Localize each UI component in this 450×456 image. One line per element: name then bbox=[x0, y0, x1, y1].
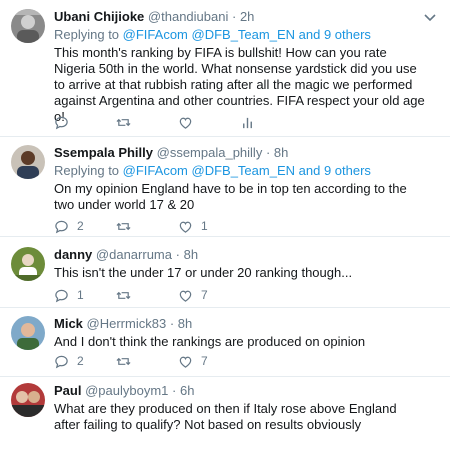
tweet-danny[interactable]: danny @danarruma · 8h This isn't the und… bbox=[0, 237, 450, 307]
display-name[interactable]: Paul bbox=[54, 383, 81, 398]
reply-button[interactable]: 1 bbox=[54, 288, 116, 303]
replying-to: Replying to @FIFAcom @DFB_Team_EN and 9 … bbox=[54, 163, 436, 178]
retweet-button[interactable] bbox=[116, 115, 178, 130]
heart-icon bbox=[179, 356, 192, 368]
others-link[interactable]: and 9 others bbox=[299, 27, 371, 42]
like-count: 7 bbox=[201, 354, 208, 368]
timestamp[interactable]: 6h bbox=[180, 383, 194, 398]
mention-link[interactable]: @FIFAcom bbox=[123, 163, 188, 178]
retweet-icon bbox=[116, 291, 131, 299]
separator: · bbox=[265, 145, 271, 160]
tweet-header: Ubani Chijioke @thandiubani · 2h bbox=[54, 9, 436, 24]
like-button[interactable]: 7 bbox=[178, 354, 240, 369]
display-name[interactable]: Ssempala Philly bbox=[54, 145, 153, 160]
avatar[interactable] bbox=[11, 316, 45, 350]
timestamp[interactable]: 8h bbox=[274, 145, 288, 160]
heart-icon bbox=[179, 290, 192, 302]
retweet-icon bbox=[116, 357, 131, 365]
like-count: 1 bbox=[201, 219, 208, 233]
tweet-mick[interactable]: Mick @Herrmick83 · 8h And I don't think … bbox=[0, 308, 450, 376]
reply-icon bbox=[55, 289, 68, 302]
tweet-paul[interactable]: Paul @paulyboym1 · 6h What are they prod… bbox=[0, 377, 450, 456]
avatar-image bbox=[11, 9, 45, 43]
reply-button[interactable]: 2 bbox=[54, 219, 116, 234]
reply-icon bbox=[55, 116, 68, 129]
tweet-actions: 2 7 bbox=[54, 353, 240, 369]
separator: · bbox=[169, 316, 175, 331]
replying-label: Replying to bbox=[54, 163, 120, 178]
reply-count: 2 bbox=[77, 219, 84, 233]
display-name[interactable]: Mick bbox=[54, 316, 83, 331]
like-button[interactable]: 1 bbox=[178, 219, 240, 234]
heart-icon bbox=[179, 221, 192, 233]
tweet-ssempala[interactable]: Ssempala Philly @ssempala_philly · 8h Re… bbox=[0, 137, 450, 235]
replying-label: Replying to bbox=[54, 27, 120, 42]
tweet-actions: 1 7 bbox=[54, 287, 240, 303]
avatar-image bbox=[11, 316, 45, 350]
tweet-header: Ssempala Philly @ssempala_philly · 8h bbox=[54, 145, 436, 160]
avatar[interactable] bbox=[11, 145, 45, 179]
avatar-image bbox=[11, 145, 45, 179]
tweet-header: danny @danarruma · 8h bbox=[54, 247, 436, 262]
tweet-actions bbox=[54, 114, 302, 130]
tweet-text: This isn't the under 17 or under 20 rank… bbox=[54, 265, 353, 280]
heart-icon bbox=[179, 117, 192, 129]
tweet-header: Mick @Herrmick83 · 8h bbox=[54, 316, 436, 331]
tweet-actions: 2 1 bbox=[54, 218, 240, 234]
avatar-image bbox=[11, 383, 45, 417]
tweet-text: And I don't think the rankings are produ… bbox=[54, 334, 366, 349]
separator: · bbox=[231, 9, 237, 24]
chevron-down-icon[interactable] bbox=[424, 14, 436, 22]
user-handle[interactable]: @danarruma bbox=[96, 247, 172, 262]
reply-button[interactable]: 2 bbox=[54, 354, 116, 369]
avatar[interactable] bbox=[11, 247, 45, 281]
mention-link[interactable]: @FIFAcom bbox=[123, 27, 188, 42]
like-button[interactable] bbox=[178, 115, 240, 130]
like-count: 7 bbox=[201, 288, 208, 302]
avatar-image bbox=[11, 247, 45, 281]
mention-link[interactable]: @DFB_Team_EN bbox=[192, 163, 296, 178]
reply-icon bbox=[55, 355, 68, 368]
user-handle[interactable]: @Herrmick83 bbox=[87, 316, 167, 331]
user-handle[interactable]: @ssempala_philly bbox=[157, 145, 263, 160]
reply-count: 2 bbox=[77, 354, 84, 368]
mention-link[interactable]: @DFB_Team_EN bbox=[192, 27, 296, 42]
others-link[interactable]: and 9 others bbox=[299, 163, 371, 178]
tweet-text: What are they produced on then if Italy … bbox=[54, 401, 397, 432]
analytics-button[interactable] bbox=[240, 115, 302, 130]
retweet-button[interactable] bbox=[116, 354, 178, 369]
timestamp[interactable]: 8h bbox=[184, 247, 198, 262]
tweet-text: On my opinion England have to be in top … bbox=[54, 181, 407, 212]
retweet-icon bbox=[116, 118, 131, 126]
avatar[interactable] bbox=[11, 383, 45, 417]
reply-icon bbox=[55, 220, 68, 233]
display-name[interactable]: Ubani Chijioke bbox=[54, 9, 144, 24]
separator: · bbox=[172, 383, 177, 398]
reply-count: 1 bbox=[77, 288, 84, 302]
retweet-icon bbox=[116, 222, 131, 230]
timestamp[interactable]: 2h bbox=[240, 9, 254, 24]
analytics-icon bbox=[243, 117, 252, 128]
user-handle[interactable]: @paulyboym1 bbox=[85, 383, 168, 398]
retweet-button[interactable] bbox=[116, 219, 178, 234]
user-handle[interactable]: @thandiubani bbox=[148, 9, 228, 24]
display-name[interactable]: danny bbox=[54, 247, 92, 262]
reply-button[interactable] bbox=[54, 115, 116, 130]
retweet-button[interactable] bbox=[116, 288, 178, 303]
replying-to: Replying to @FIFAcom @DFB_Team_EN and 9 … bbox=[54, 27, 436, 42]
timestamp[interactable]: 8h bbox=[178, 316, 192, 331]
tweet-header: Paul @paulyboym1 · 6h bbox=[54, 383, 436, 398]
like-button[interactable]: 7 bbox=[178, 288, 240, 303]
separator: · bbox=[175, 247, 180, 262]
avatar[interactable] bbox=[11, 9, 45, 43]
tweet-ubani[interactable]: Ubani Chijioke @thandiubani · 2h Replyin… bbox=[0, 0, 450, 136]
tweet-text: This month's ranking by FIFA is bullshit… bbox=[54, 45, 425, 124]
